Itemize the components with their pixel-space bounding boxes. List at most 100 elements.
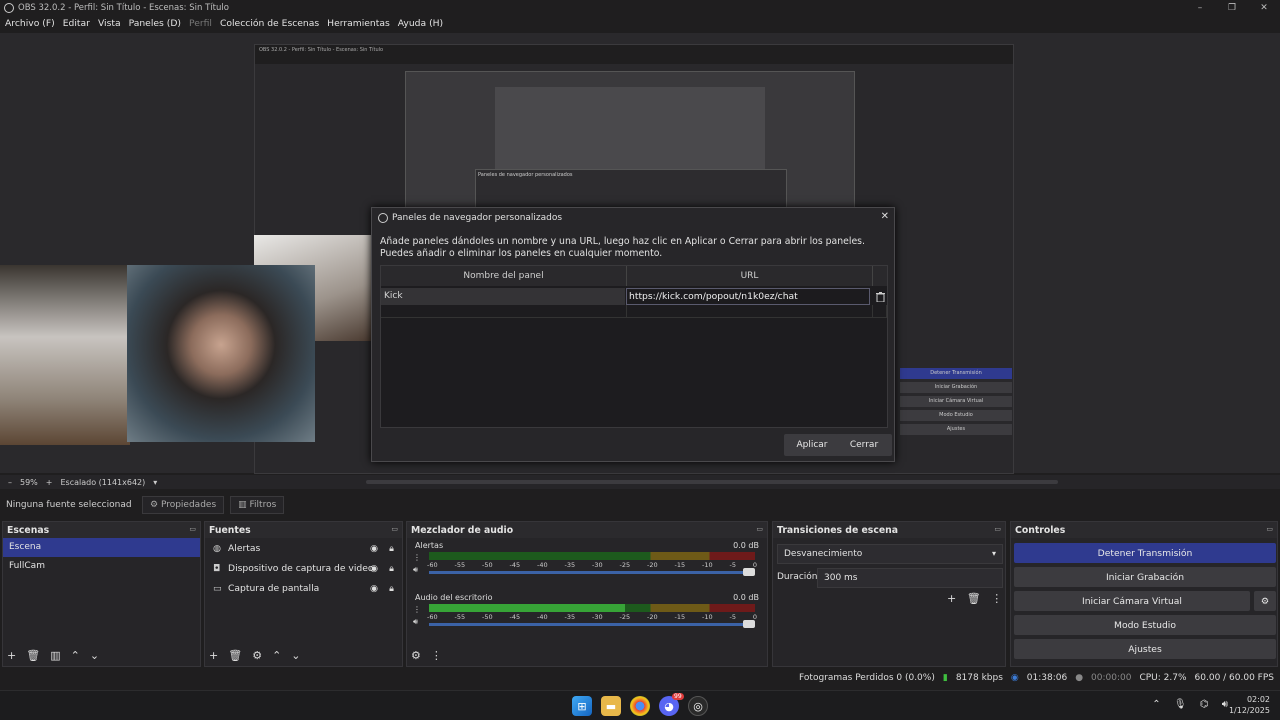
gear-icon: ⚙ <box>150 500 161 510</box>
lock-icon[interactable]: 🔒︎ <box>389 563 394 574</box>
eye-icon[interactable]: ◉ <box>370 583 378 594</box>
advanced-audio-icon[interactable]: ⚙ <box>411 649 421 662</box>
move-down-icon[interactable]: ⌄ <box>291 649 300 662</box>
custom-browser-docks-dialog: Paneles de navegador personalizados ✕ Añ… <box>371 207 895 462</box>
volume-slider[interactable] <box>429 620 755 628</box>
remove-source-icon[interactable]: 🗑 <box>228 649 242 662</box>
sources-toolbar: + 🗑 ⚙ ⌃ ⌄ <box>209 649 311 662</box>
chrome-icon[interactable] <box>630 696 650 716</box>
obs-taskbar-icon[interactable]: ◎ <box>688 696 708 716</box>
minimize-button[interactable]: – <box>1184 0 1216 15</box>
speaker-icon[interactable]: 🔊︎ <box>413 617 418 626</box>
channel-name: Alertas <box>415 541 444 550</box>
source-item[interactable]: ◍ Alertas ◉ 🔒︎ <box>205 538 402 558</box>
lock-icon[interactable]: 🔒︎ <box>389 583 394 594</box>
file-explorer-icon[interactable]: ▬ <box>601 696 621 716</box>
source-item[interactable]: ▭ Captura de pantalla ◉ 🔒︎ <box>205 578 402 598</box>
duration-input[interactable]: 300 ms <box>817 568 1003 588</box>
menu-archivo[interactable]: Archivo (F) <box>5 18 55 29</box>
remove-scene-icon[interactable]: 🗑 <box>26 649 40 662</box>
eye-icon[interactable]: ◉ <box>370 563 378 574</box>
nested-inner-capture-2 <box>495 87 765 177</box>
camera-icon: ◘ <box>213 562 221 574</box>
source-name: Captura de pantalla <box>228 582 320 594</box>
add-scene-icon[interactable]: + <box>7 649 16 662</box>
eye-icon[interactable]: ◉ <box>370 543 378 554</box>
zoom-in-button[interactable]: + <box>46 478 53 487</box>
start-virtual-camera-button[interactable]: Iniciar Cámara Virtual <box>1014 591 1250 611</box>
scale-mode[interactable]: Escalado (1141x642) <box>60 478 145 487</box>
scene-item[interactable]: FullCam <box>3 557 200 576</box>
undock-icon[interactable]: ▭ <box>189 525 196 533</box>
filters-label: Filtros <box>249 500 277 510</box>
properties-label: Propiedades <box>160 500 217 510</box>
dialog-close-icon[interactable]: ✕ <box>881 211 889 222</box>
filters-button[interactable]: ▥ Filtros <box>230 496 285 514</box>
title-bar: OBS 32.0.2 - Perfil: Sin Título - Escena… <box>0 0 1280 15</box>
nested-stop-stream: Detener Transmisión <box>900 368 1012 379</box>
lock-icon[interactable]: 🔒︎ <box>389 543 394 554</box>
properties-button[interactable]: ⚙ Propiedades <box>142 496 225 514</box>
chevron-down-icon[interactable]: ▾ <box>153 478 157 487</box>
undock-icon[interactable]: ▭ <box>756 525 763 533</box>
remove-transition-icon[interactable]: 🗑 <box>967 592 981 605</box>
network-icon[interactable]: ⌬ <box>1200 699 1209 710</box>
virtual-camera-settings-icon[interactable]: ⚙ <box>1254 591 1276 611</box>
kebab-icon[interactable]: ⋮ <box>413 605 421 614</box>
panel-name-cell[interactable]: Kick <box>381 288 626 305</box>
mic-icon[interactable]: 🎙︎ <box>1174 699 1187 710</box>
undock-icon[interactable]: ▭ <box>1266 525 1273 533</box>
menu-herramientas[interactable]: Herramientas <box>327 18 390 29</box>
source-settings-icon[interactable]: ⚙ <box>252 649 262 662</box>
add-source-icon[interactable]: + <box>209 649 218 662</box>
menu-coleccion-escenas[interactable]: Colección de Escenas <box>220 18 319 29</box>
transition-select[interactable]: Desvanecimiento ▾ <box>777 544 1003 564</box>
transition-value: Desvanecimiento <box>784 549 863 559</box>
undock-icon[interactable]: ▭ <box>391 525 398 533</box>
move-up-icon[interactable]: ⌃ <box>71 649 80 662</box>
horizontal-scrollbar[interactable] <box>366 480 1058 484</box>
filter-icon: ▥ <box>238 500 250 510</box>
menu-vista[interactable]: Vista <box>98 18 121 29</box>
studio-mode-button[interactable]: Modo Estudio <box>1014 615 1276 635</box>
slider-handle[interactable] <box>743 620 755 628</box>
maximize-button[interactable]: ❐ <box>1216 0 1248 15</box>
close-button[interactable]: Cerrar <box>836 434 892 456</box>
apply-button[interactable]: Aplicar <box>784 434 840 456</box>
transitions-dock: Transiciones de escena ▭ Desvanecimiento ▾… <box>772 521 1006 667</box>
menu-paneles[interactable]: Paneles (D) <box>129 18 181 29</box>
volume-meter <box>429 552 755 560</box>
stop-streaming-button[interactable]: Detener Transmisión <box>1014 543 1276 563</box>
empty-row[interactable] <box>381 305 887 318</box>
volume-slider[interactable] <box>429 568 755 576</box>
clock[interactable]: 02:02 1/12/2025 <box>1229 694 1270 716</box>
move-up-icon[interactable]: ⌃ <box>272 649 281 662</box>
speaker-icon[interactable]: 🔊︎ <box>413 565 418 574</box>
start-recording-button[interactable]: Iniciar Grabación <box>1014 567 1276 587</box>
zoom-out-button[interactable]: – <box>8 478 12 487</box>
dialog-description: Añade paneles dándoles un nombre y una U… <box>380 236 865 259</box>
kebab-icon[interactable]: ⋮ <box>991 592 1002 605</box>
kebab-icon[interactable]: ⋮ <box>431 649 442 662</box>
undock-icon[interactable]: ▭ <box>994 525 1001 533</box>
windows-start-icon[interactable]: ⊞ <box>572 696 592 716</box>
add-transition-icon[interactable]: + <box>947 592 956 605</box>
menu-editar[interactable]: Editar <box>63 18 90 29</box>
panel-url-input[interactable]: https://kick.com/popout/n1k0ez/chat <box>626 288 871 305</box>
scene-item[interactable]: Escena <box>3 538 200 557</box>
dialog-header: Paneles de navegador personalizados <box>372 208 894 228</box>
chevron-up-icon[interactable]: ⌃ <box>1152 699 1160 710</box>
settings-button[interactable]: Ajustes <box>1014 639 1276 659</box>
kebab-icon[interactable]: ⋮ <box>413 553 421 562</box>
webcam-person-image <box>127 265 315 442</box>
slider-handle[interactable] <box>743 568 755 576</box>
delete-row-icon[interactable] <box>873 288 887 305</box>
volume-icon[interactable]: 🔊︎ <box>1222 699 1228 710</box>
move-down-icon[interactable]: ⌄ <box>90 649 99 662</box>
scene-filters-icon[interactable]: ▥ <box>50 649 60 662</box>
close-window-button[interactable]: ✕ <box>1248 0 1280 15</box>
channel-db: 0.0 dB <box>733 593 759 602</box>
menu-ayuda[interactable]: Ayuda (H) <box>398 18 443 29</box>
source-item[interactable]: ◘ Dispositivo de captura de video ◉ 🔒︎ <box>205 558 402 578</box>
stream-time: 01:38:06 <box>1026 673 1068 683</box>
